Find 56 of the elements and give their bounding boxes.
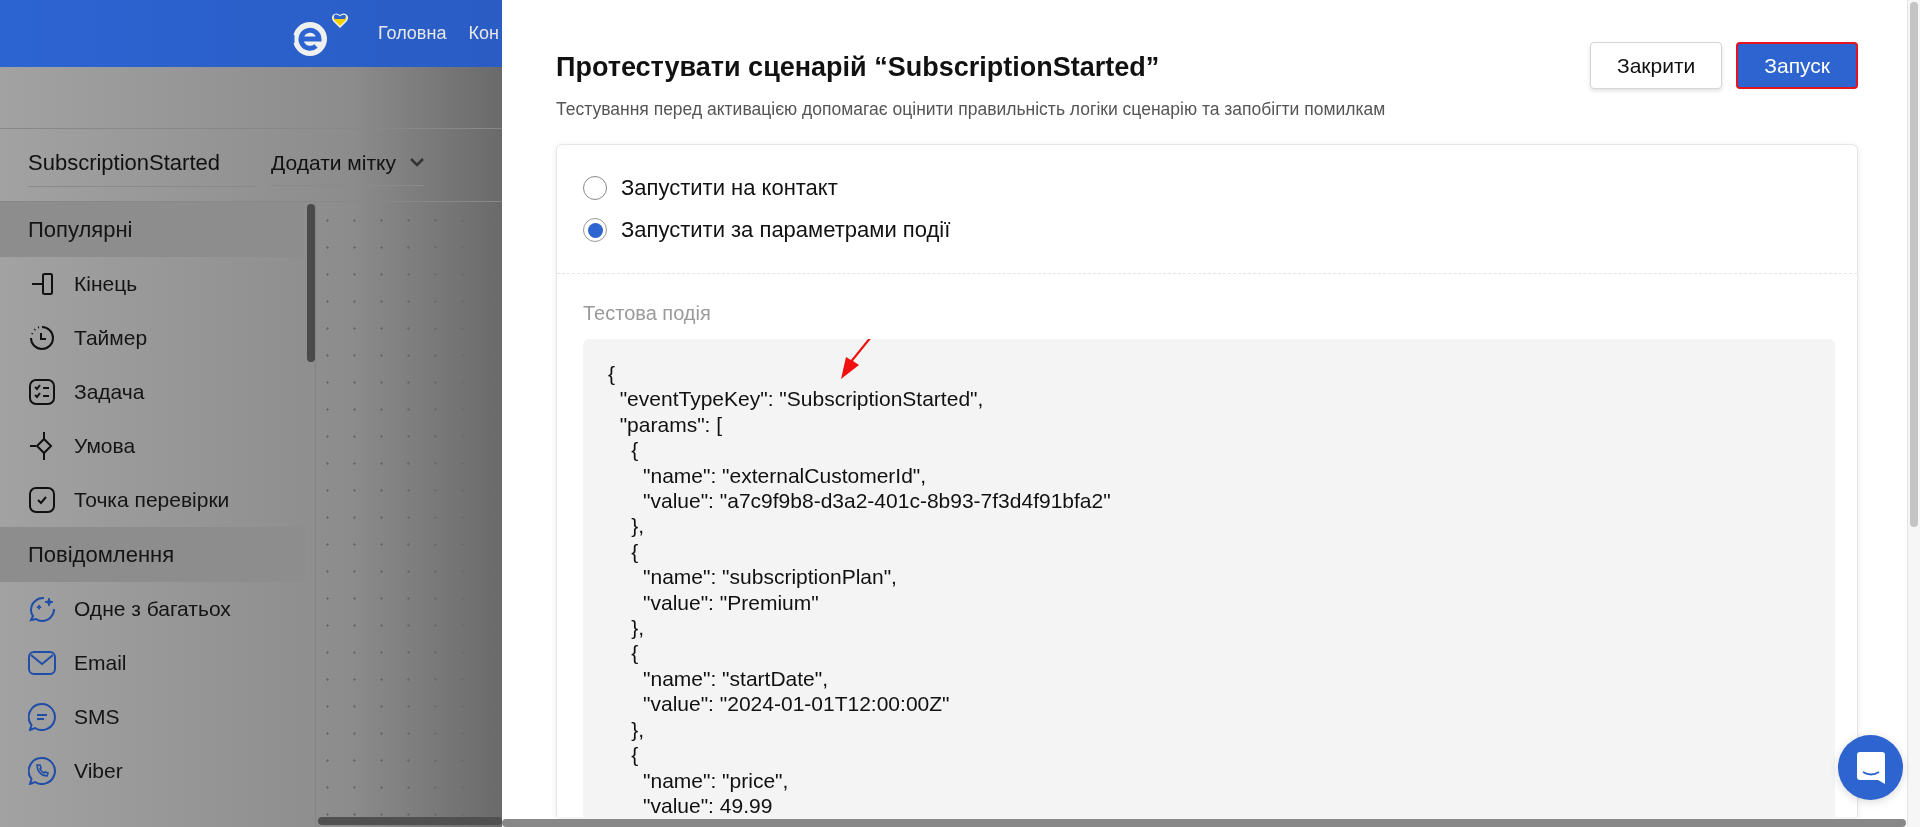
palette-item[interactable]: Одне з багатьох [0, 582, 303, 636]
palette-item[interactable]: Умова [0, 419, 303, 473]
envelope-icon [28, 651, 56, 675]
checkbox-icon [29, 487, 55, 513]
code-line: { [608, 361, 615, 387]
palette-item[interactable]: Задача [0, 365, 303, 419]
code-line: "eventTypeKey": "SubscriptionStarted", [618, 386, 984, 412]
diamond-icon [29, 431, 55, 461]
timer-icon [29, 325, 55, 351]
code-line: }, [630, 615, 645, 641]
code-line: }, [630, 716, 645, 743]
palette-item[interactable]: Кінець [0, 257, 303, 311]
code-line: "name": "price", [642, 767, 789, 793]
chat-button[interactable] [1838, 735, 1903, 800]
radio-label: Запустити на контакт [621, 175, 838, 201]
code-line: }, [630, 513, 645, 539]
radio-option[interactable]: Запустити за параметрами події [583, 217, 1831, 243]
code-line: "name": "externalCustomerId", [642, 462, 927, 489]
dialog-title: Протестувати сценарій “SubscriptionStarted” [556, 51, 1161, 83]
checklist-icon [29, 379, 55, 405]
run-button[interactable]: Запуск [1736, 42, 1858, 89]
code-line: { [630, 742, 639, 768]
scrollbar[interactable] [502, 819, 1906, 827]
dialog-subtitle: Тестування перед активацією допомагає оцінити правильність логіки сценарію та запобігти помилкам [556, 99, 1387, 120]
palette-item[interactable]: Email [0, 636, 303, 690]
code-line: "value": "Premium" [642, 589, 819, 616]
code-line: { [630, 640, 639, 666]
code-line: "params": [ [618, 411, 723, 438]
code-line: { [630, 437, 639, 463]
nav-link[interactable]: Кон [468, 23, 499, 44]
field-label: Тестова подія [583, 302, 712, 325]
code-line: "name": "subscriptionPlan", [642, 564, 897, 590]
end-icon [31, 272, 53, 296]
radio-option[interactable]: Запустити на контакт [583, 175, 1831, 201]
chevron-down-icon [410, 158, 424, 167]
chat-icon [1856, 751, 1885, 784]
scrollbar[interactable] [318, 817, 502, 825]
code-line: "value": 49.99 [642, 792, 773, 817]
radio-label: Запустити за параметрами події [621, 217, 951, 243]
close-button[interactable]: Закрити [1590, 42, 1723, 89]
nav-link[interactable]: Головна [378, 23, 447, 44]
code-line: "value": "2024-01-01T12:00:00Z" [642, 691, 950, 717]
palette-item[interactable]: Таймер [0, 311, 303, 365]
palette-item[interactable]: Viber [0, 744, 303, 798]
chat-icon [28, 703, 56, 731]
scenario-name-field[interactable]: SubscriptionStarted [28, 143, 257, 187]
palette-item[interactable]: Точка перевірки [0, 473, 303, 527]
code-line: "value": "a7c9f9b8-d3a2-401c-8b93-7f3d4f91bfa2" [642, 488, 1111, 514]
scrollbar[interactable] [307, 204, 315, 362]
palette-item[interactable]: SMS [0, 690, 303, 744]
phone-chat-icon [28, 757, 56, 785]
sparkle-chat-icon [28, 595, 56, 623]
code-line: { [630, 538, 639, 565]
tag-dropdown[interactable]: Додати мітку [271, 144, 424, 186]
code-line: "name": "startDate", [642, 665, 829, 692]
scrollbar[interactable] [1910, 2, 1918, 527]
